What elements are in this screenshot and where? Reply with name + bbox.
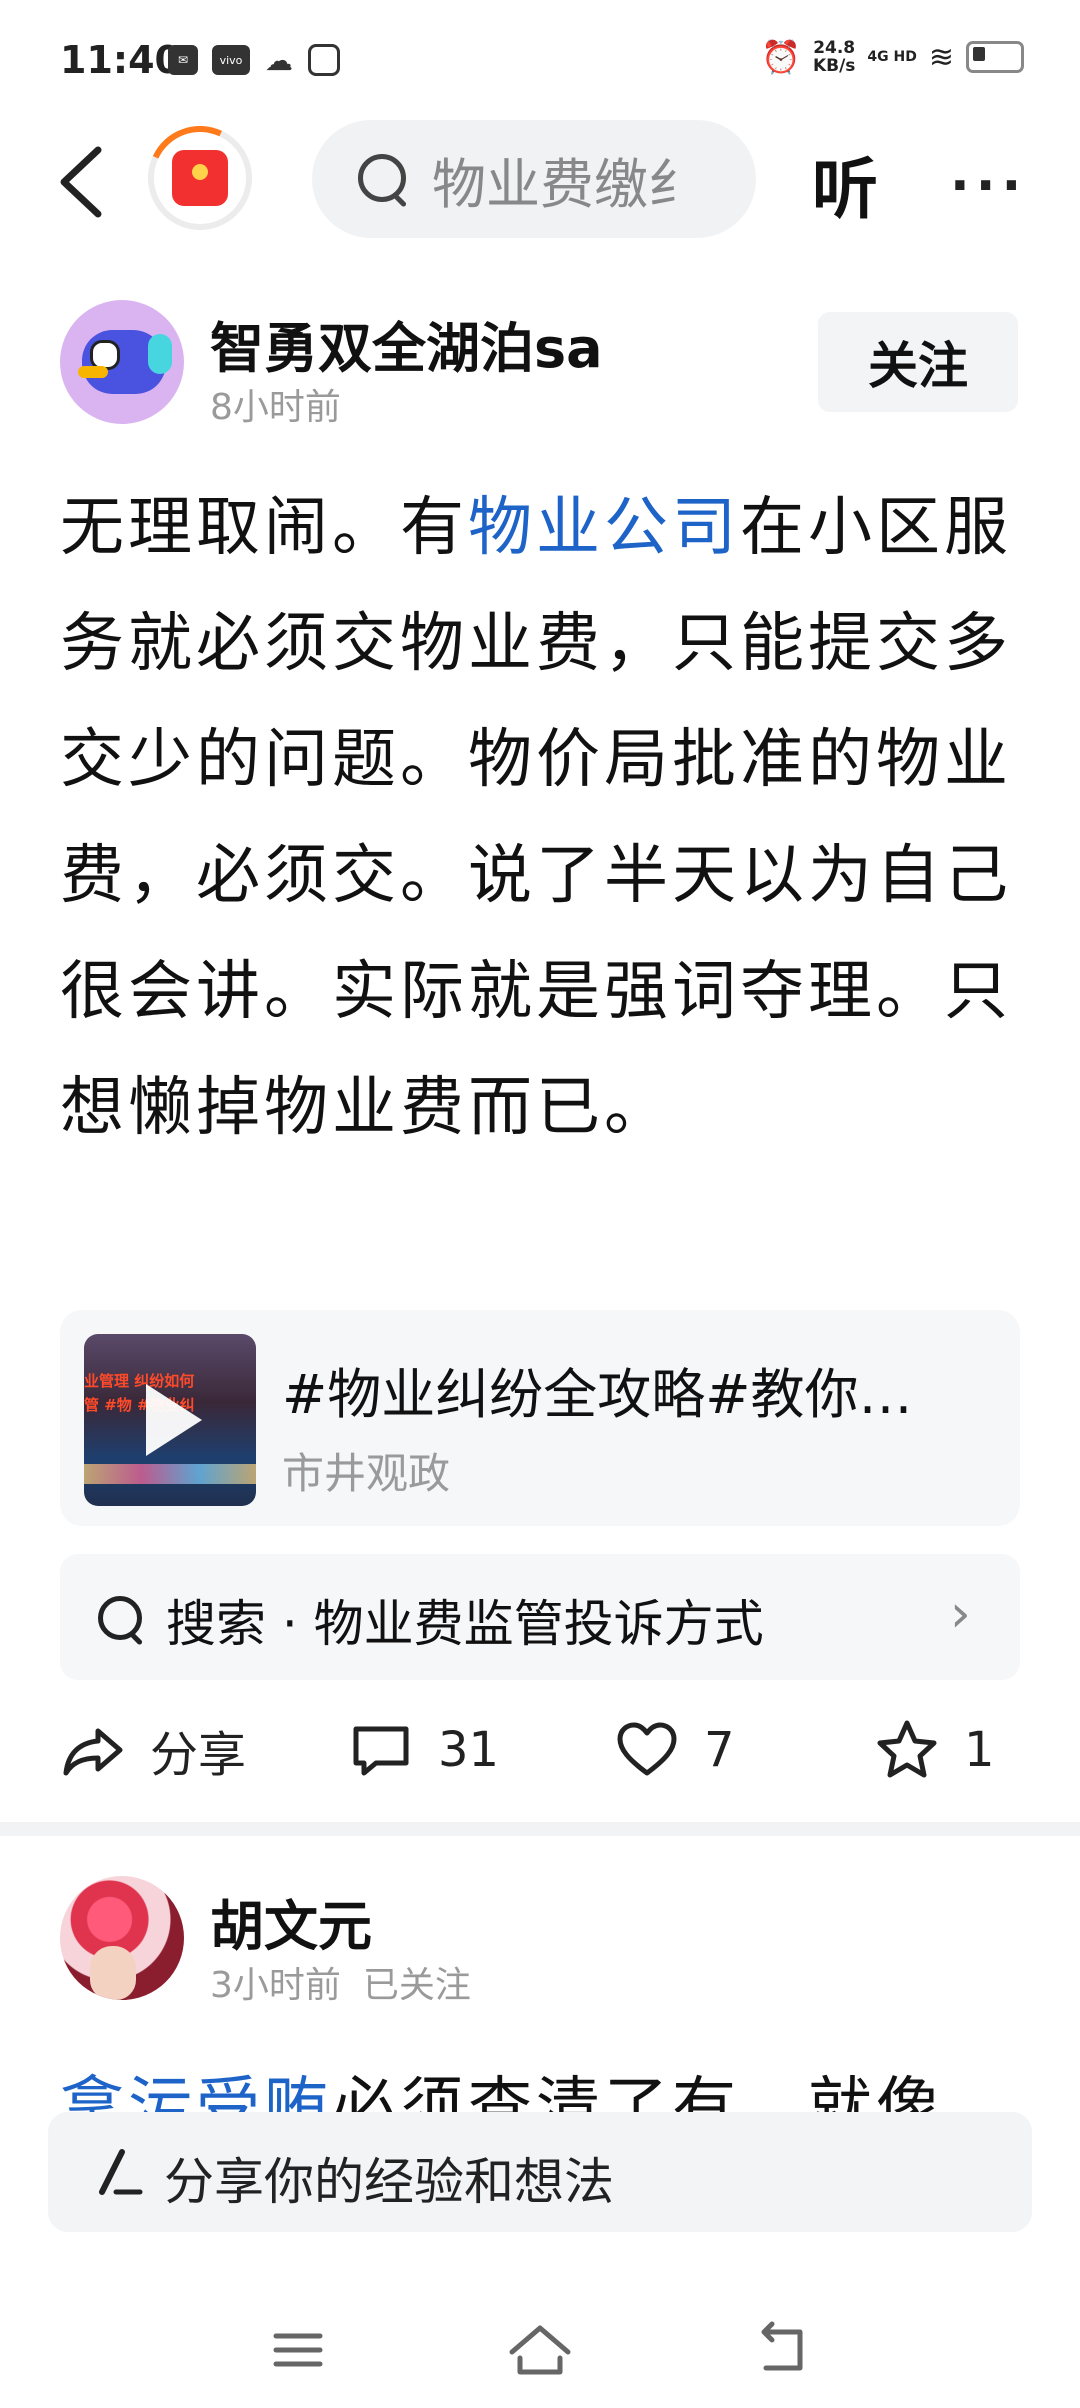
post-time: 8小时前 (210, 387, 341, 428)
search-icon (356, 152, 410, 208)
system-nav-bar (0, 2290, 1080, 2408)
video-source: 市井观政 (282, 1449, 451, 1498)
share-icon (63, 1728, 123, 1776)
network-type: 4G HD (867, 49, 917, 65)
search-placeholder: 物业费缴纟 (432, 152, 702, 216)
keyword-link[interactable]: 物业公司 (468, 491, 740, 565)
home-icon[interactable] (500, 2310, 580, 2390)
thumb-lights (84, 1464, 256, 1484)
listen-button[interactable]: 听 (812, 136, 878, 232)
comment-icon (353, 1726, 409, 1776)
search-icon (96, 1594, 146, 1646)
chevron-right-icon: › (950, 1584, 971, 1644)
favorite-button[interactable]: 1 (874, 1700, 995, 1800)
like-button[interactable]: 7 (614, 1700, 735, 1800)
wifi-icon: ≋ (928, 39, 954, 75)
author-name[interactable]: 胡文元 (210, 1882, 372, 1961)
like-count: 7 (704, 1722, 735, 1778)
red-packet-progress-ring (133, 111, 267, 245)
avatar[interactable] (60, 1876, 184, 2000)
star-icon (877, 1720, 937, 1778)
post-time: 3小时前 (210, 1965, 341, 2006)
section-divider (0, 1822, 1080, 1836)
related-search[interactable]: 搜索 · 物业费监管投诉方式 › (60, 1554, 1020, 1680)
menu-icon[interactable] (258, 2310, 338, 2390)
top-nav: 物业费缴纟 听 ··· (0, 111, 1080, 245)
post-text-part: 无理取闹。有 (60, 491, 468, 565)
post-meta: 3小时前 已关注 (210, 1956, 471, 2008)
network-speed: 24.8 KB/s (813, 39, 855, 75)
avatar[interactable] (60, 300, 184, 424)
hand-icon (308, 44, 340, 76)
share-label: 分享 (150, 1727, 247, 1783)
status-time: 11:40 (60, 38, 181, 82)
notification-icons: ✉ vivo ☁ (168, 43, 340, 77)
favorite-count: 1 (964, 1722, 995, 1778)
play-icon (146, 1384, 202, 1456)
back-nav-icon[interactable] (742, 2310, 822, 2390)
post-actions: 分享 31 7 1 (0, 1700, 1080, 1800)
heart-icon (617, 1722, 677, 1776)
speed-value: 24.8 (813, 38, 856, 58)
video-card[interactable]: 业管理 纠纷如何 管 #物 #物业纠 #物业纠纷全攻略#教你… 市井观政 (60, 1310, 1020, 1526)
battery-icon (966, 41, 1024, 73)
comment-count: 31 (438, 1722, 500, 1778)
fish-mouth (78, 366, 108, 378)
post-body: 无理取闹。有物业公司在小区服务就必须交物业费，只能提交多交少的问题。物价局批准的… (60, 470, 1020, 1166)
speed-unit: KB/s (812, 56, 856, 76)
video-title: #物业纠纷全攻略#教你… (282, 1363, 913, 1426)
status-bar: 11:40 ✉ vivo ☁ ⏰ 24.8 KB/s 4G HD ≋ (0, 0, 1080, 120)
avatar-face (90, 1946, 136, 2000)
fish-fin (148, 334, 172, 374)
author-name[interactable]: 智勇双全湖泊sa (210, 304, 603, 383)
comment-placeholder: 分享你的经验和想法 (164, 2153, 614, 2211)
comment-button[interactable]: 31 (348, 1700, 499, 1800)
alarm-icon: ⏰ (761, 38, 801, 76)
follow-button[interactable]: 关注 (818, 312, 1018, 412)
vivo-icon: vivo (212, 45, 250, 75)
pen-icon (99, 2149, 143, 2195)
message-icon: ✉ (168, 45, 198, 75)
search-box[interactable]: 物业费缴纟 (312, 120, 756, 238)
related-search-label: 搜索 · 物业费监管投诉方式 (166, 1595, 764, 1653)
back-icon[interactable] (52, 142, 112, 222)
share-button[interactable]: 分享 (60, 1700, 246, 1800)
video-thumbnail: 业管理 纠纷如何 管 #物 #物业纠 (84, 1334, 256, 1506)
status-right: ⏰ 24.8 KB/s 4G HD ≋ (761, 38, 1024, 76)
post-text-part: 在小区服务就必须交物业费，只能提交多交少的问题。物价局批准的物业费，必须交。说了… (60, 491, 1012, 1145)
comment-input[interactable]: 分享你的经验和想法 (48, 2112, 1032, 2232)
more-options-icon[interactable]: ··· (950, 156, 1027, 216)
follow-status: 已关注 (362, 1965, 471, 2006)
wechat-icon: ☁ (265, 43, 293, 77)
